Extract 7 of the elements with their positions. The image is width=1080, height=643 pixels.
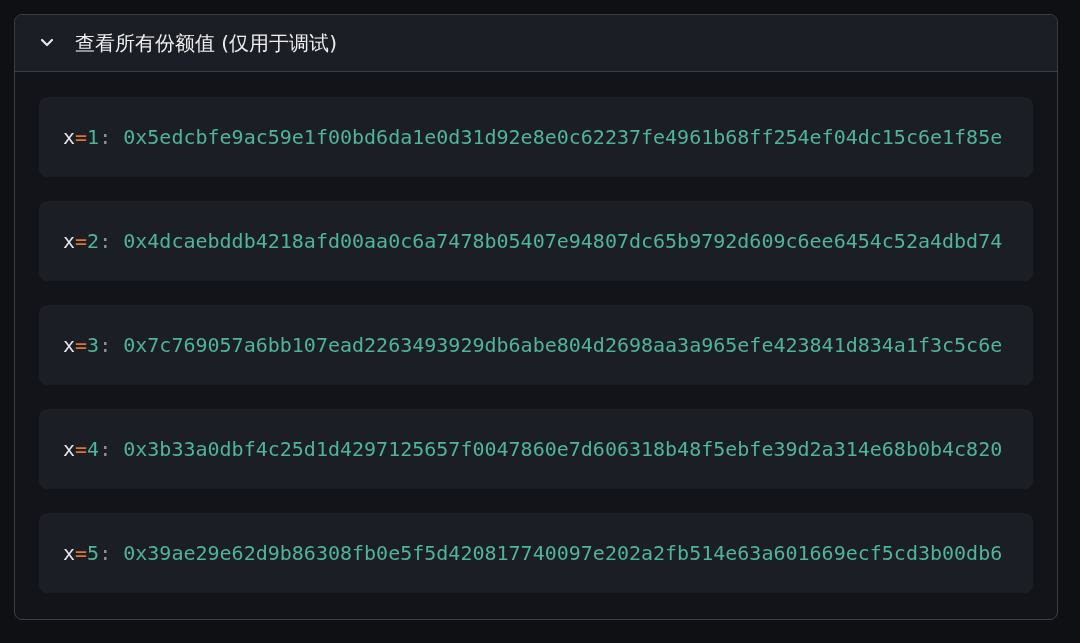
code-line: x=2: 0x4dcaebddb4218afd00aa0c6a7478b05407e94807dc65b9792d609c6ee6454c52a4dbd74 bbox=[63, 229, 1003, 253]
code-line: x=5: 0x39ae29e62d9b86308fb0e5f5d420817740097e202a2fb514e63a601669ecf5cd3b00db6 bbox=[63, 541, 1003, 565]
panel-header[interactable]: 查看所有份额值 (仅用于调试) bbox=[15, 15, 1057, 72]
code-line: x=4: 0x3b33a0dbf4c25d1d4297125657f0047860e7d606318b48f5ebfe39d2a314e68b0b4c820 bbox=[63, 437, 1003, 461]
code-line: x=3: 0x7c769057a6bb107ead2263493929db6abe804d2698aa3a965efe423841d834a1f3c5c6e bbox=[63, 333, 1003, 357]
code-line: x=1: 0x5edcbfe9ac59e1f00bd6da1e0d31d92e8e0c62237fe4961b68ff254ef04dc15c6e1f85e bbox=[63, 125, 1003, 149]
chevron-icon bbox=[39, 38, 55, 48]
